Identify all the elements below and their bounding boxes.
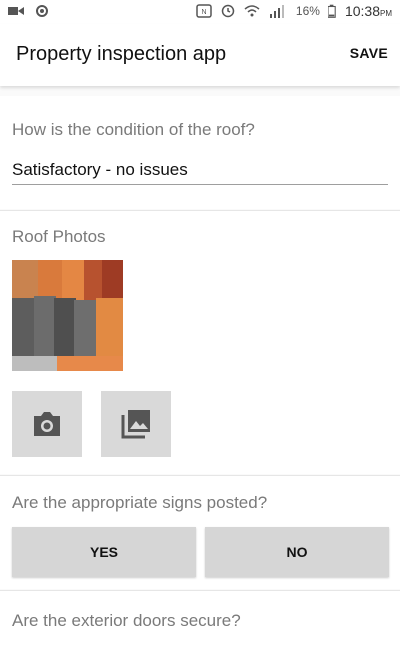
camera-icon — [34, 412, 60, 436]
roof-tiles-image — [12, 260, 123, 371]
battery-percent: 16% — [295, 4, 320, 18]
roof-condition-label: How is the condition of the roof? — [12, 120, 255, 139]
signs-posted-label: Are the appropriate signs posted? — [12, 493, 268, 512]
gallery-button[interactable] — [101, 391, 171, 457]
notification-icon — [36, 5, 48, 17]
lte-signal-icon — [269, 5, 284, 18]
app-bar: Property inspection app SAVE — [0, 24, 400, 86]
video-icon — [8, 7, 24, 15]
gallery-icon — [121, 410, 150, 439]
exterior-doors-card: Are the exterior doors secure? — [0, 591, 400, 647]
nfc-icon: N — [196, 4, 212, 18]
roof-condition-value: Satisfactory - no issues — [12, 160, 188, 179]
wifi-icon — [244, 5, 260, 17]
roof-photos-label: Roof Photos — [12, 227, 106, 246]
roof-photo-thumbnail[interactable] — [12, 260, 123, 371]
alarm-icon — [221, 4, 235, 18]
status-time: 10:38PM — [344, 3, 392, 19]
no-button[interactable]: NO — [205, 527, 389, 577]
roof-condition-card: How is the condition of the roof? Satisf… — [0, 96, 400, 209]
battery-icon — [327, 4, 336, 18]
page-title: Property inspection app — [16, 43, 227, 65]
status-bar: N 16% 10:38PM — [0, 0, 400, 24]
roof-condition-field[interactable]: Satisfactory - no issues — [12, 154, 388, 185]
svg-text:N: N — [201, 9, 206, 16]
camera-button[interactable] — [12, 391, 82, 457]
exterior-doors-label: Are the exterior doors secure? — [12, 611, 241, 630]
yes-button[interactable]: YES — [12, 527, 196, 577]
save-button[interactable]: SAVE — [350, 45, 388, 61]
